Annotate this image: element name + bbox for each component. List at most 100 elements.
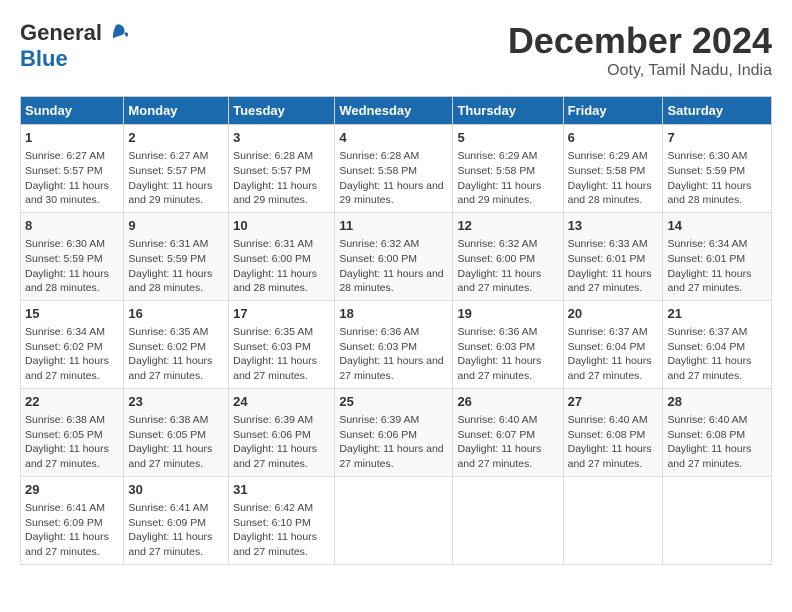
day-number: 2 [128,129,224,147]
calendar-table: SundayMondayTuesdayWednesdayThursdayFrid… [20,96,772,565]
cell-info: Sunrise: 6:38 AMSunset: 6:05 PMDaylight:… [128,413,224,472]
header-row: SundayMondayTuesdayWednesdayThursdayFrid… [21,97,772,125]
calendar-cell: 13 Sunrise: 6:33 AMSunset: 6:01 PMDayligh… [563,212,663,300]
cell-info: Sunrise: 6:42 AMSunset: 6:10 PMDaylight:… [233,501,330,560]
cell-info: Sunrise: 6:39 AMSunset: 6:06 PMDaylight:… [339,413,448,472]
calendar-cell: 4 Sunrise: 6:28 AMSunset: 5:58 PMDaylight… [335,125,453,213]
day-number: 4 [339,129,448,147]
calendar-cell [335,476,453,564]
day-number: 6 [568,129,659,147]
day-number: 18 [339,305,448,323]
day-number: 3 [233,129,330,147]
calendar-cell: 16 Sunrise: 6:35 AMSunset: 6:02 PMDayligh… [124,300,229,388]
day-number: 28 [667,393,767,411]
day-number: 7 [667,129,767,147]
cell-info: Sunrise: 6:31 AMSunset: 5:59 PMDaylight:… [128,237,224,296]
calendar-cell: 28 Sunrise: 6:40 AMSunset: 6:08 PMDayligh… [663,388,772,476]
day-number: 10 [233,217,330,235]
calendar-cell: 7 Sunrise: 6:30 AMSunset: 5:59 PMDaylight… [663,125,772,213]
day-number: 31 [233,481,330,499]
calendar-cell: 21 Sunrise: 6:37 AMSunset: 6:04 PMDayligh… [663,300,772,388]
cell-info: Sunrise: 6:33 AMSunset: 6:01 PMDaylight:… [568,237,659,296]
day-number: 11 [339,217,448,235]
month-title: December 2024 [508,20,772,62]
calendar-cell: 20Sunrise: 6:37 AMSunset: 6:04 PMDayligh… [563,300,663,388]
day-number: 13 [568,217,659,235]
calendar-cell: 3 Sunrise: 6:28 AMSunset: 5:57 PMDaylight… [229,125,335,213]
day-number: 5 [457,129,558,147]
logo-general: General [20,20,102,46]
week-row-2: 8 Sunrise: 6:30 AMSunset: 5:59 PMDaylight… [21,212,772,300]
cell-info: Sunrise: 6:41 AMSunset: 6:09 PMDaylight:… [128,501,224,560]
calendar-cell: 24Sunrise: 6:39 AMSunset: 6:06 PMDayligh… [229,388,335,476]
cell-info: Sunrise: 6:35 AMSunset: 6:02 PMDaylight:… [128,325,224,384]
day-number: 1 [25,129,119,147]
cell-info: Sunrise: 6:32 AMSunset: 6:00 PMDaylight:… [339,237,448,296]
day-number: 29 [25,481,119,499]
week-row-1: 1 Sunrise: 6:27 AMSunset: 5:57 PMDaylight… [21,125,772,213]
day-number: 26 [457,393,558,411]
cell-info: Sunrise: 6:40 AMSunset: 6:07 PMDaylight:… [457,413,558,472]
day-number: 27 [568,393,659,411]
calendar-cell: 31 Sunrise: 6:42 AMSunset: 6:10 PMDayligh… [229,476,335,564]
calendar-cell: 29Sunrise: 6:41 AMSunset: 6:09 PMDayligh… [21,476,124,564]
cell-info: Sunrise: 6:40 AMSunset: 6:08 PMDaylight:… [667,413,767,472]
cell-info: Sunrise: 6:31 AMSunset: 6:00 PMDaylight:… [233,237,330,296]
cell-info: Sunrise: 6:36 AMSunset: 6:03 PMDaylight:… [339,325,448,384]
column-header-wednesday: Wednesday [335,97,453,125]
calendar-cell [663,476,772,564]
cell-info: Sunrise: 6:29 AMSunset: 5:58 PMDaylight:… [568,149,659,208]
calendar-cell: 27 Sunrise: 6:40 AMSunset: 6:08 PMDayligh… [563,388,663,476]
logo-blue: Blue [20,46,68,72]
week-row-3: 15 Sunrise: 6:34 AMSunset: 6:02 PMDayligh… [21,300,772,388]
calendar-cell: 10 Sunrise: 6:31 AMSunset: 6:00 PMDayligh… [229,212,335,300]
calendar-cell: 15 Sunrise: 6:34 AMSunset: 6:02 PMDayligh… [21,300,124,388]
day-number: 14 [667,217,767,235]
day-number: 12 [457,217,558,235]
cell-info: Sunrise: 6:30 AMSunset: 5:59 PMDaylight:… [667,149,767,208]
calendar-cell: 22 Sunrise: 6:38 AMSunset: 6:05 PMDayligh… [21,388,124,476]
cell-info: Sunrise: 6:38 AMSunset: 6:05 PMDaylight:… [25,413,119,472]
day-number: 21 [667,305,767,323]
calendar-cell: 25 Sunrise: 6:39 AMSunset: 6:06 PMDayligh… [335,388,453,476]
page-header: General Blue December 2024 Ooty, Tamil N… [20,20,772,80]
cell-info: Sunrise: 6:30 AMSunset: 5:59 PMDaylight:… [25,237,119,296]
day-number: 22 [25,393,119,411]
cell-info: Sunrise: 6:40 AMSunset: 6:08 PMDaylight:… [568,413,659,472]
logo: General Blue [20,20,128,72]
calendar-cell: 1 Sunrise: 6:27 AMSunset: 5:57 PMDaylight… [21,125,124,213]
column-header-thursday: Thursday [453,97,563,125]
location-title: Ooty, Tamil Nadu, India [508,62,772,80]
calendar-cell: 5 Sunrise: 6:29 AMSunset: 5:58 PMDaylight… [453,125,563,213]
cell-info: Sunrise: 6:28 AMSunset: 5:57 PMDaylight:… [233,149,330,208]
day-number: 8 [25,217,119,235]
day-number: 25 [339,393,448,411]
calendar-cell: 8 Sunrise: 6:30 AMSunset: 5:59 PMDaylight… [21,212,124,300]
calendar-cell [453,476,563,564]
column-header-friday: Friday [563,97,663,125]
week-row-4: 22 Sunrise: 6:38 AMSunset: 6:05 PMDayligh… [21,388,772,476]
cell-info: Sunrise: 6:28 AMSunset: 5:58 PMDaylight:… [339,149,448,208]
day-number: 30 [128,481,224,499]
calendar-cell: 19 Sunrise: 6:36 AMSunset: 6:03 PMDayligh… [453,300,563,388]
cell-info: Sunrise: 6:37 AMSunset: 6:04 PMDaylight:… [667,325,767,384]
day-number: 19 [457,305,558,323]
cell-info: Sunrise: 6:27 AMSunset: 5:57 PMDaylight:… [25,149,119,208]
calendar-cell: 6 Sunrise: 6:29 AMSunset: 5:58 PMDaylight… [563,125,663,213]
cell-info: Sunrise: 6:36 AMSunset: 6:03 PMDaylight:… [457,325,558,384]
day-number: 16 [128,305,224,323]
calendar-cell: 9 Sunrise: 6:31 AMSunset: 5:59 PMDaylight… [124,212,229,300]
column-header-saturday: Saturday [663,97,772,125]
day-number: 23 [128,393,224,411]
calendar-cell: 11 Sunrise: 6:32 AMSunset: 6:00 PMDayligh… [335,212,453,300]
day-number: 9 [128,217,224,235]
cell-info: Sunrise: 6:32 AMSunset: 6:00 PMDaylight:… [457,237,558,296]
cell-info: Sunrise: 6:27 AMSunset: 5:57 PMDaylight:… [128,149,224,208]
column-header-tuesday: Tuesday [229,97,335,125]
day-number: 15 [25,305,119,323]
calendar-cell: 23 Sunrise: 6:38 AMSunset: 6:05 PMDayligh… [124,388,229,476]
cell-info: Sunrise: 6:34 AMSunset: 6:02 PMDaylight:… [25,325,119,384]
cell-info: Sunrise: 6:29 AMSunset: 5:58 PMDaylight:… [457,149,558,208]
logo-bird-icon [104,21,128,45]
cell-info: Sunrise: 6:37 AMSunset: 6:04 PMDaylight:… [568,325,659,384]
